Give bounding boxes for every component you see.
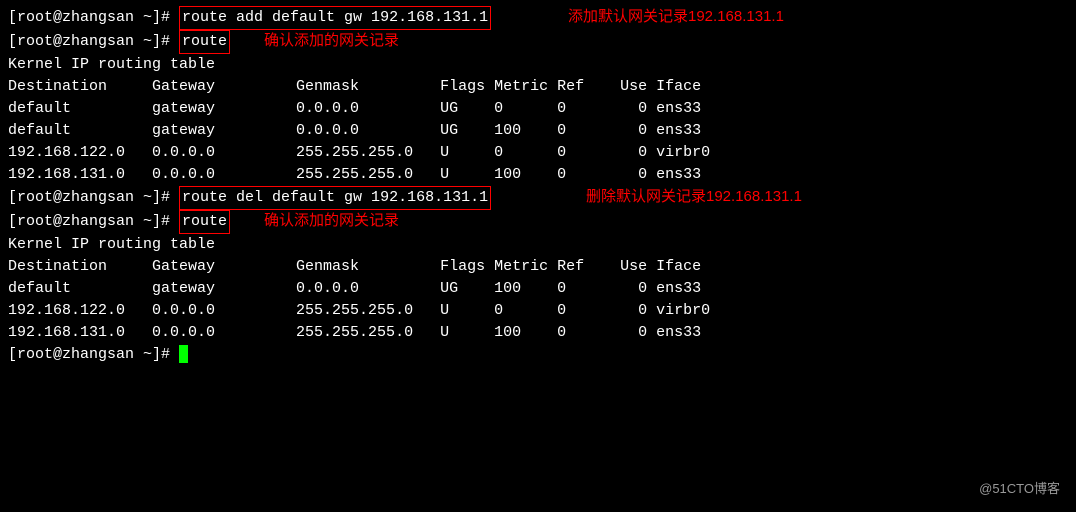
shell-prompt: [root@zhangsan ~]# <box>8 33 179 50</box>
shell-prompt: [root@zhangsan ~]# <box>8 213 179 230</box>
table-title: Kernel IP routing table <box>8 236 215 253</box>
shell-prompt: [root@zhangsan ~]# <box>8 189 179 206</box>
annotation-label: 添加默认网关记录192.168.131.1 <box>568 6 784 28</box>
table-header: Destination Gateway Genmask Flags Metric… <box>8 258 701 275</box>
command-route-show[interactable]: route <box>179 30 230 54</box>
command-route-add[interactable]: route add default gw 192.168.131.1 <box>179 6 491 30</box>
table-row: default gateway 0.0.0.0 UG 100 0 0 ens33 <box>8 122 701 139</box>
annotation-label: 删除默认网关记录192.168.131.1 <box>586 186 802 208</box>
table-row: default gateway 0.0.0.0 UG 100 0 0 ens33 <box>8 280 701 297</box>
table-row: 192.168.122.0 0.0.0.0 255.255.255.0 U 0 … <box>8 144 710 161</box>
table-row: 192.168.131.0 0.0.0.0 255.255.255.0 U 10… <box>8 166 701 183</box>
annotation-label: 确认添加的网关记录 <box>264 30 399 52</box>
annotation-label: 确认添加的网关记录 <box>264 210 399 232</box>
command-route-show[interactable]: route <box>179 210 230 234</box>
watermark: @51CTO博客 <box>979 478 1060 500</box>
table-title: Kernel IP routing table <box>8 56 215 73</box>
cursor <box>179 345 188 363</box>
command-route-del[interactable]: route del default gw 192.168.131.1 <box>179 186 491 210</box>
shell-prompt[interactable]: [root@zhangsan ~]# <box>8 346 179 363</box>
table-row: 192.168.131.0 0.0.0.0 255.255.255.0 U 10… <box>8 324 701 341</box>
shell-prompt: [root@zhangsan ~]# <box>8 9 179 26</box>
table-row: 192.168.122.0 0.0.0.0 255.255.255.0 U 0 … <box>8 302 710 319</box>
table-header: Destination Gateway Genmask Flags Metric… <box>8 78 701 95</box>
table-row: default gateway 0.0.0.0 UG 0 0 0 ens33 <box>8 100 701 117</box>
